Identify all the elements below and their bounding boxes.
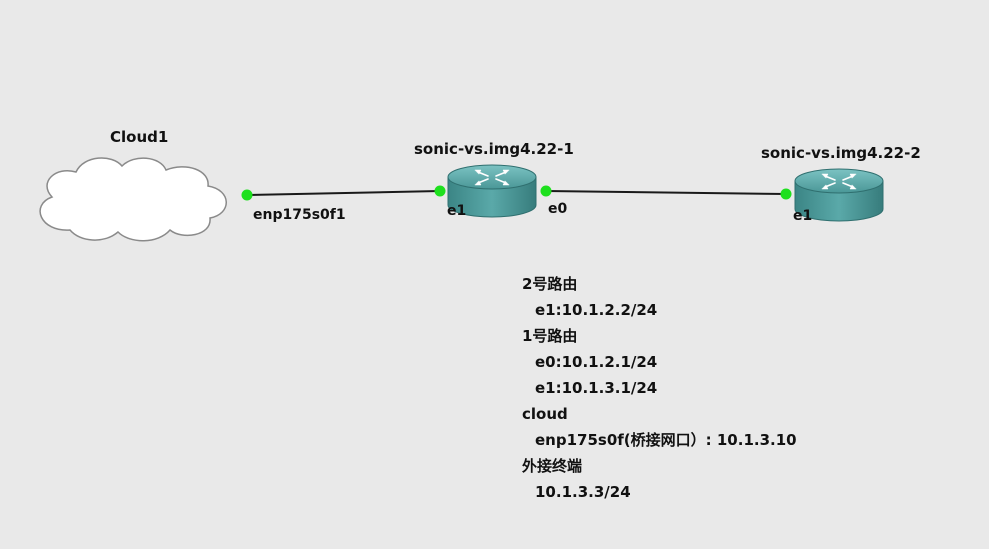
router2-label[interactable]: sonic-vs.img4.22-2	[761, 144, 921, 162]
note-detail-line: enp175s0f(桥接网口）: 10.1.3.10	[535, 431, 797, 449]
note-heading-line: 外接终端	[522, 457, 583, 475]
note-detail-line: e1:10.1.3.1/24	[535, 379, 658, 397]
note-heading-line: 1号路由	[522, 327, 578, 345]
port-status-dot-router2-e1[interactable]	[780, 188, 792, 200]
cloud-icon[interactable]	[39, 157, 227, 242]
port-label-router1-e1: e1	[447, 203, 467, 219]
topology-canvas: Cloud1 sonic-vs.img4.22-1 sonic-vs.img4.…	[0, 0, 989, 549]
port-label-router2-e1: e1	[793, 208, 813, 224]
link-cloud-router1[interactable]	[246, 190, 441, 196]
ip-address-note[interactable]: 2号路由 e1:10.1.2.2/24 1号路由 e0:10.1.2.1/24 e1:1…	[522, 271, 797, 505]
note-detail-line: e1:10.1.2.2/24	[535, 301, 658, 319]
port-status-dot-cloud[interactable]	[241, 189, 253, 201]
note-detail-line: 10.1.3.3/24	[535, 483, 631, 501]
cloud-label[interactable]: Cloud1	[110, 128, 168, 146]
port-label-cloud: enp175s0f1	[253, 207, 346, 223]
note-detail-line: e0:10.1.2.1/24	[535, 353, 658, 371]
note-heading-line: cloud	[522, 405, 568, 423]
router1-label[interactable]: sonic-vs.img4.22-1	[414, 140, 574, 158]
topology-svg	[39, 157, 884, 242]
note-heading-line: 2号路由	[522, 275, 578, 293]
link-router1-router2[interactable]	[545, 190, 787, 195]
port-status-dot-router1-e1[interactable]	[434, 185, 446, 197]
port-label-router1-e0: e0	[548, 201, 568, 217]
port-status-dot-router1-e0[interactable]	[540, 185, 552, 197]
